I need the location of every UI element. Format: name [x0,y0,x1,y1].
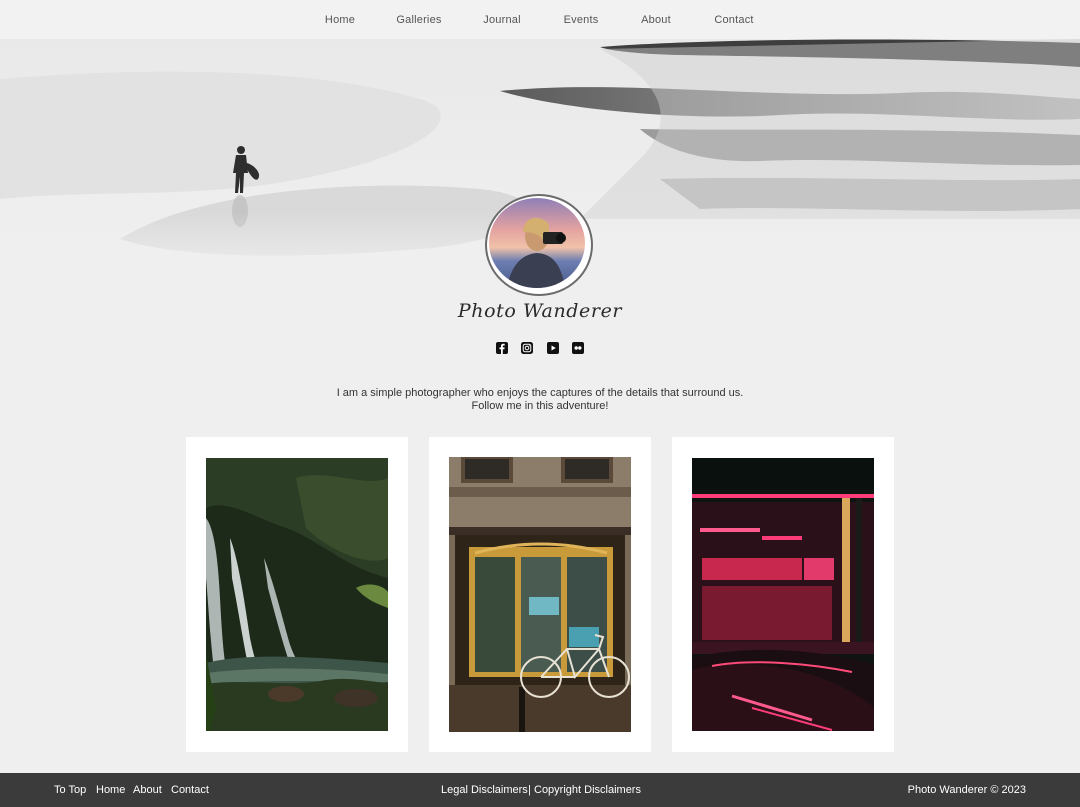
nav-journal-link[interactable]: Journal [483,14,520,26]
facebook-icon[interactable] [496,341,508,354]
nav-galleries-link[interactable]: Galleries [396,14,441,26]
footer-legal-disclaimers-link[interactable]: Legal Disclaimers [441,784,528,796]
intro-line-1: I am a simple photographer who enjoys th… [336,387,744,399]
gallery-card-waterfall[interactable] [186,437,408,752]
footer-separator: | [528,784,531,796]
photographer-with-camera-photo [489,198,585,288]
neon-street-night-photo [692,458,874,731]
profile-avatar [484,193,596,296]
instagram-icon[interactable] [521,341,533,354]
gallery-card-shopfront[interactable] [429,437,651,752]
footer-copyright-disclaimers-link[interactable]: Copyright Disclaimers [534,784,641,796]
intro-text: I am a simple photographer who enjoys th… [0,387,1080,412]
footer-about-link[interactable]: About [133,784,162,796]
nav-home-link[interactable]: Home [325,14,355,26]
footer-home-link[interactable]: Home [96,784,125,796]
brand-name[interactable]: Photo Wanderer [0,300,1080,322]
top-navigation: Home Galleries Journal Events About Cont… [0,0,1080,39]
gallery-card-neon[interactable] [672,437,894,752]
footer-to-top-link[interactable]: To Top [54,784,86,796]
footer-copyright: Photo Wanderer © 2023 [907,784,1026,796]
nav-contact-link[interactable]: Contact [714,14,753,26]
nav-about-link[interactable]: About [641,14,671,26]
flickr-icon[interactable] [572,341,584,354]
site-footer: To Top Home About Contact Legal Disclaim… [0,773,1080,807]
footer-contact-link[interactable]: Contact [171,784,209,796]
shop-front-with-bicycle-photo [449,457,631,732]
intro-line-2: Follow me in this adventure! [471,399,609,412]
waterfall-photo [206,458,388,731]
nav-events-link[interactable]: Events [564,14,599,26]
youtube-icon[interactable] [547,341,559,354]
social-links [0,341,1080,355]
